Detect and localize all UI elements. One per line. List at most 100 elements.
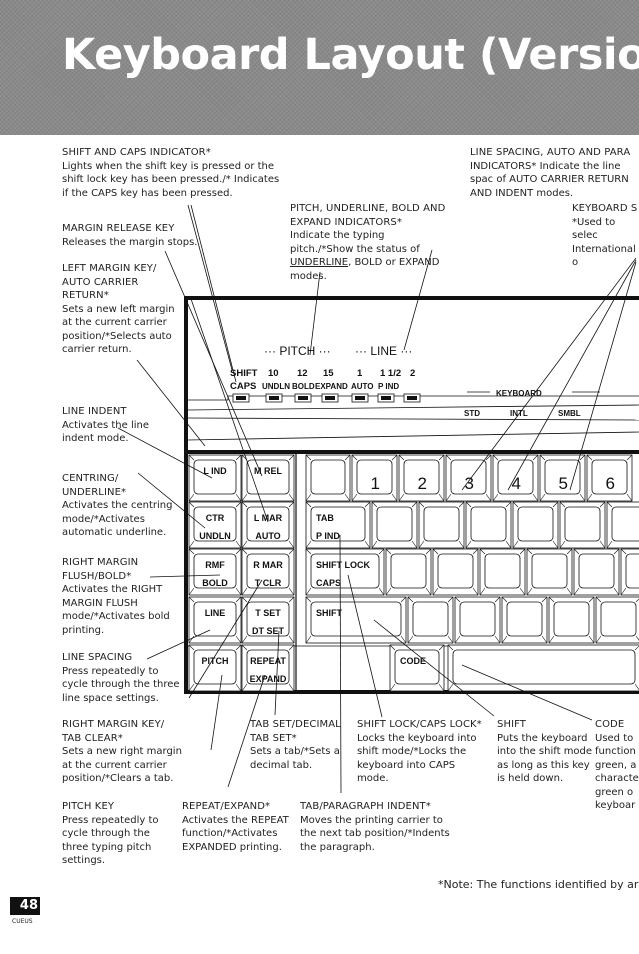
indicator-top: 15 — [323, 368, 334, 379]
key-label: 2 — [418, 474, 427, 493]
key-label: TAB — [316, 513, 334, 523]
shift-lock-key[interactable]: SHIFT LOCK CAPS — [305, 548, 385, 596]
key-label: 1 — [371, 474, 380, 493]
key-label: 5 — [559, 474, 568, 493]
code-key[interactable]: CODE — [389, 644, 445, 692]
key-label: EXPAND — [250, 674, 287, 684]
indicator-bottom: AUTO — [351, 382, 374, 391]
alpha-key[interactable] — [465, 501, 512, 549]
indicator-lamp — [265, 393, 283, 403]
number-key-3[interactable]: 3 — [445, 454, 492, 502]
indicator-top: 1 — [357, 368, 363, 379]
indicator-lamp — [377, 393, 395, 403]
annotation-shift-caps-indicator: SHIFT AND CAPS INDICATOR* Lights when th… — [62, 147, 280, 199]
alpha-key[interactable] — [548, 596, 595, 644]
keyboard-mode: STD — [464, 409, 480, 418]
alpha-key[interactable] — [418, 501, 465, 549]
indicator-lamps — [232, 393, 421, 403]
function-key[interactable]: T SET DT SET — [241, 596, 295, 644]
key-label: LINE — [205, 608, 226, 618]
indicator-bottom: EXPAND — [315, 382, 348, 391]
alpha-key[interactable] — [620, 548, 639, 596]
number-key-6[interactable]: 6 — [586, 454, 633, 502]
key-label: R MAR — [253, 560, 283, 570]
function-key[interactable]: L MARAUTO — [241, 501, 295, 549]
indicator-top: 2 — [410, 368, 415, 379]
annotation-tab-paragraph-indent: TAB/PARAGRAPH INDENT* Moves the printing… — [300, 801, 450, 853]
shift-key[interactable]: SHIFT — [305, 596, 407, 644]
key-label: AUTO — [255, 531, 280, 541]
function-key[interactable]: CTR UNDLN — [188, 501, 242, 549]
function-key[interactable]: L IND — [188, 454, 242, 502]
key-label: PITCH — [202, 656, 229, 666]
indicator-lamp — [321, 393, 339, 403]
key-label: UNDLN — [199, 531, 231, 541]
alpha-key[interactable] — [432, 548, 479, 596]
indicator-top: 12 — [297, 368, 308, 379]
indicator-lamp — [232, 393, 250, 403]
number-key-1[interactable]: 1 — [351, 454, 398, 502]
footnote: *Note: The functions identified by ar — [438, 878, 639, 891]
annotation-line-indent: LINE INDENT Activates the line indent mo… — [62, 406, 150, 444]
key-label: CAPS — [316, 578, 341, 588]
function-key[interactable]: PITCH — [188, 644, 242, 692]
annotation-pitch-indicators: PITCH, UNDERLINE, BOLD AND EXPAND INDICA… — [290, 203, 446, 282]
keyboard-mode: SMBL — [558, 409, 581, 418]
function-key[interactable]: REPEAT EXPAND — [241, 644, 295, 692]
keyboard-label: KEYBOARD — [496, 389, 542, 398]
tab-key[interactable]: TAB P IND — [305, 501, 371, 549]
alpha-key[interactable] — [559, 501, 606, 549]
key-label: CODE — [400, 656, 426, 666]
alpha-key[interactable] — [606, 501, 639, 549]
key-label: 6 — [606, 474, 615, 493]
page-number: 48 — [10, 897, 40, 915]
annotation-tab-set: TAB SET/DECIMAL TAB SET* Sets a tab/*Set… — [250, 719, 341, 771]
annotation-shift: SHIFT Puts the keyboard into the shift m… — [497, 719, 593, 784]
alpha-key[interactable] — [371, 501, 418, 549]
key-label: 3 — [465, 474, 474, 493]
alpha-key[interactable] — [305, 454, 351, 502]
number-key-4[interactable]: 4 — [492, 454, 539, 502]
space-bar[interactable] — [447, 644, 639, 692]
key-label: DT SET — [252, 626, 285, 636]
annotation-margin-release: MARGIN RELEASE KEY Releases the margin s… — [62, 223, 198, 248]
annotation-left-margin: LEFT MARGIN KEY/ AUTO CARRIER RETURN* Se… — [62, 263, 175, 355]
function-key[interactable]: RMF BOLD — [188, 548, 242, 596]
number-key-2[interactable]: 2 — [398, 454, 445, 502]
annotation-line-spacing: LINE SPACING Press repeatedly to cycle t… — [62, 652, 180, 704]
key-label: T SET — [255, 608, 281, 618]
key-label: CTR — [206, 513, 225, 523]
key-label: T CLR — [255, 578, 282, 588]
alpha-key[interactable] — [526, 548, 573, 596]
line-label: ··· LINE ··· — [355, 344, 412, 358]
alpha-key[interactable] — [407, 596, 454, 644]
annotation-right-margin-key: RIGHT MARGIN KEY/ TAB CLEAR* Sets a new … — [62, 719, 182, 784]
key-label: RMF — [205, 560, 225, 570]
indicator-top: 1 1/2 — [380, 368, 401, 379]
annotation-shift-lock: SHIFT LOCK/CAPS LOCK* Locks the keyboard… — [357, 719, 482, 784]
alpha-key[interactable] — [454, 596, 501, 644]
alpha-key[interactable] — [595, 596, 639, 644]
annotation-right-margin-flush: RIGHT MARGIN FLUSH/BOLD* Activates the R… — [62, 557, 170, 636]
indicator-lamp — [294, 393, 312, 403]
function-key[interactable]: R MAR T CLR — [241, 548, 295, 596]
function-key[interactable]: M REL — [241, 454, 295, 502]
annotation-code: CODE Used to function green, a characte … — [595, 719, 639, 811]
key-label: P IND — [316, 531, 340, 541]
annotation-centring: CENTRING/ UNDERLINE* Activates the centr… — [62, 473, 173, 538]
annotation-repeat-expand: REPEAT/EXPAND* Activates the REPEAT func… — [182, 801, 289, 853]
key-label: SHIFT — [316, 608, 343, 618]
alpha-key[interactable] — [479, 548, 526, 596]
key-label: SHIFT LOCK — [316, 560, 370, 570]
pitch-label: ··· PITCH ··· — [264, 344, 331, 358]
annotation-pitch-key: PITCH KEY Press repeatedly to cycle thro… — [62, 801, 159, 866]
annotation-keyboard-select: KEYBOARD S *Used to selec International … — [572, 203, 638, 268]
key-label: REPEAT — [250, 656, 286, 666]
indicator-lamp — [351, 393, 369, 403]
alpha-key[interactable] — [512, 501, 559, 549]
alpha-key[interactable] — [385, 548, 432, 596]
key-label: L IND — [203, 466, 227, 476]
alpha-key[interactable] — [501, 596, 548, 644]
indicator-bottom: BOLD — [292, 382, 315, 391]
alpha-key[interactable] — [573, 548, 620, 596]
